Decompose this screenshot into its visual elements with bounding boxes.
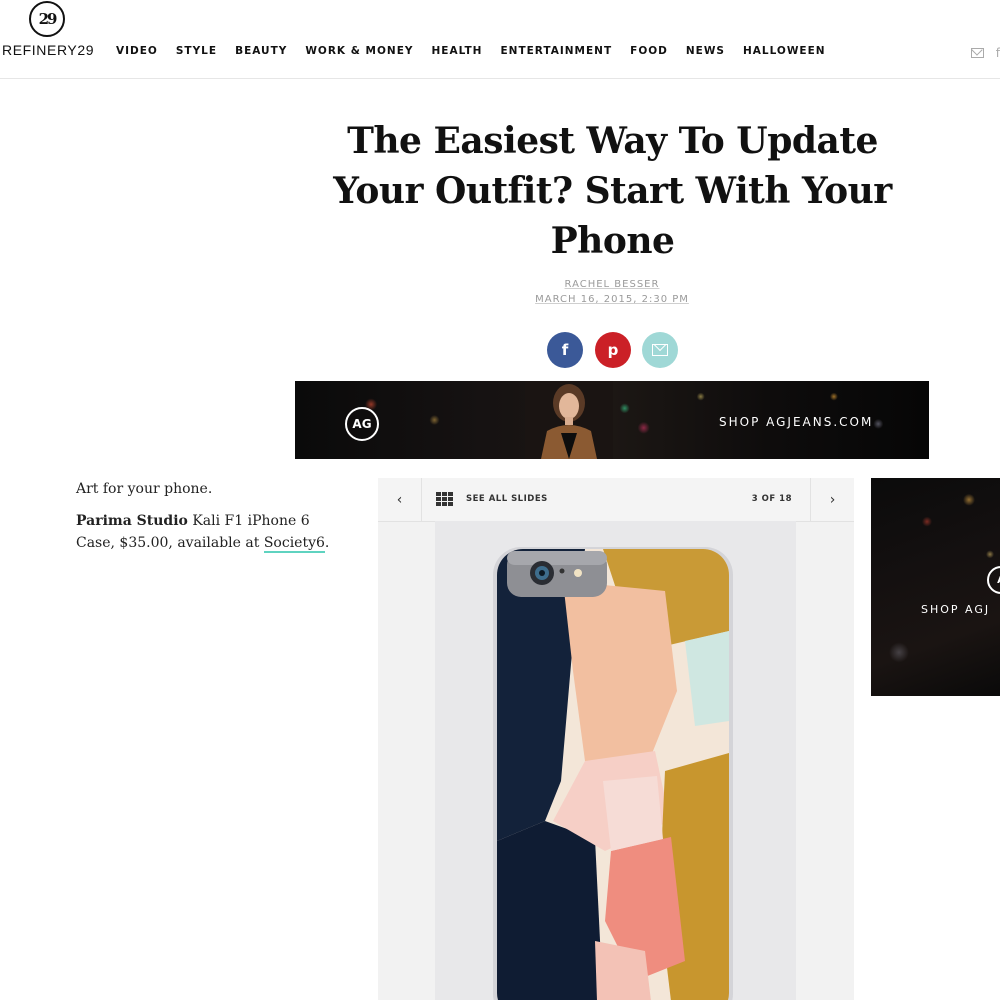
ag-logo-icon: AG (345, 407, 379, 441)
nav-item-video[interactable]: VIDEO (116, 45, 158, 57)
see-all-slides-button[interactable]: SEE ALL SLIDES (466, 494, 548, 504)
next-slide-button[interactable]: › (810, 478, 854, 521)
chevron-right-icon: › (829, 491, 836, 508)
side-ad-lights (871, 478, 1000, 696)
share-pinterest-button[interactable]: p (595, 332, 631, 368)
facebook-icon: f (561, 341, 569, 359)
facebook-icon[interactable]: f (996, 46, 1000, 60)
share-facebook-button[interactable]: f (547, 332, 583, 368)
nav-item-style[interactable]: STYLE (176, 45, 217, 57)
nav-item-health[interactable]: HEALTH (431, 45, 482, 57)
ad-cta-text[interactable]: SHOP AGJEANS.COM (719, 415, 873, 429)
author-link[interactable]: RACHEL BESSER (462, 279, 762, 290)
nav-item-work-money[interactable]: WORK & MONEY (305, 45, 413, 57)
ad-model-image (525, 381, 613, 459)
publish-date: MARCH 16, 2015, 2:30 PM (535, 294, 689, 305)
caption-period: . (324, 535, 330, 551)
site-logo-text[interactable]: REFINERY29 (2, 42, 94, 58)
main-nav: VIDEO STYLE BEAUTY WORK & MONEY HEALTH E… (116, 45, 844, 57)
phone-case-image (435, 521, 796, 1000)
side-ad[interactable]: A SHOP AGJ (871, 478, 1000, 696)
caption-brand: Parima Studio (76, 513, 188, 529)
site-header: 29 REFINERY29 VIDEO STYLE BEAUTY WORK & … (0, 0, 1000, 79)
mail-icon (652, 344, 668, 356)
slideshow-toolbar: ‹ SEE ALL SLIDES 3 OF 18 › (378, 478, 854, 522)
article-title: The Easiest Way To Update Your Outfit? S… (333, 120, 892, 262)
nav-item-news[interactable]: NEWS (686, 45, 725, 57)
slide-counter: 3 OF 18 (751, 494, 792, 504)
previous-slide-button[interactable]: ‹ (378, 478, 422, 521)
mail-icon[interactable] (970, 48, 984, 58)
pinterest-icon: p (607, 341, 619, 359)
nav-item-beauty[interactable]: BEAUTY (235, 45, 287, 57)
nav-item-halloween[interactable]: HALLOWEEN (743, 45, 826, 57)
share-email-button[interactable] (642, 332, 678, 368)
ad-banner[interactable]: AG SHOP AGJEANS.COM (295, 381, 929, 459)
nav-item-entertainment[interactable]: ENTERTAINMENT (500, 45, 612, 57)
side-ad-cta-text[interactable]: SHOP AGJ (921, 603, 990, 616)
header-social-icons: f (970, 46, 1000, 60)
chevron-left-icon: ‹ (396, 491, 403, 508)
society6-link[interactable]: Society6 (263, 535, 325, 553)
caption-intro: Art for your phone. (76, 481, 213, 497)
slide-caption: Art for your phone. Parima Studio Kali F… (76, 478, 346, 564)
nav-item-food[interactable]: FOOD (630, 45, 668, 57)
slideshow: ‹ SEE ALL SLIDES 3 OF 18 › (378, 478, 854, 1000)
caption-product: Parima Studio Kali F1 iPhone 6 Case, $35… (76, 510, 346, 554)
refinery29-logo-icon[interactable]: 29 (29, 1, 65, 37)
grid-icon[interactable] (436, 492, 453, 507)
